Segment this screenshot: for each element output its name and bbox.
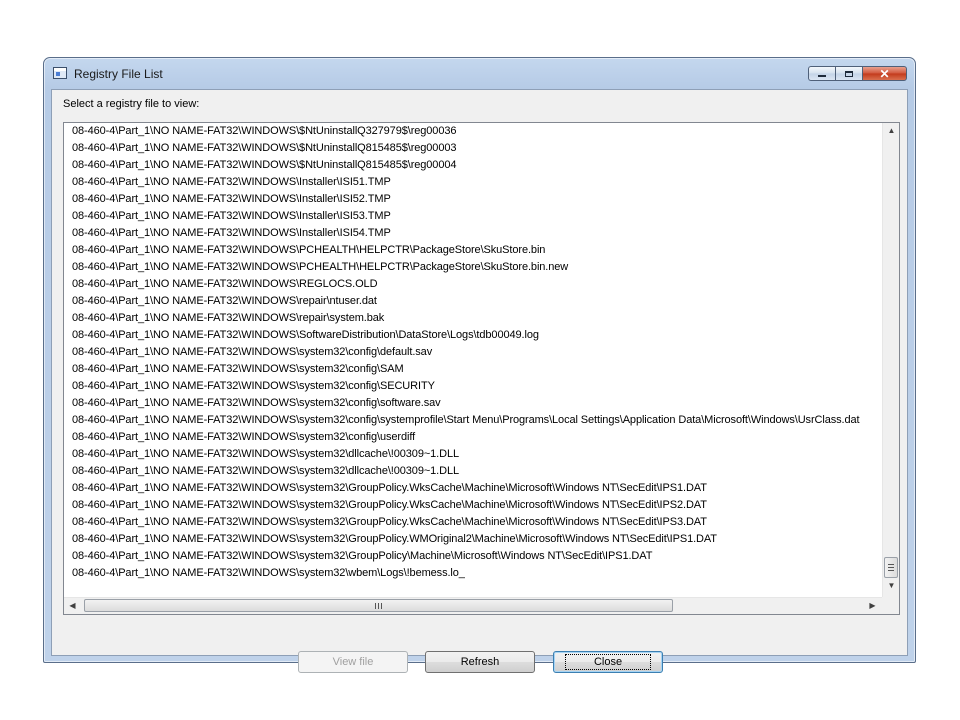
maximize-icon: [845, 70, 853, 77]
close-label: Close: [564, 654, 652, 670]
list-item[interactable]: 08-460-4\Part_1\NO NAME-FAT32\WINDOWS\sy…: [64, 412, 882, 429]
dialog-client-area: Select a registry file to view: 08-460-4…: [51, 89, 908, 673]
list-item[interactable]: 08-460-4\Part_1\NO NAME-FAT32\WINDOWS\sy…: [64, 395, 882, 412]
list-item[interactable]: 08-460-4\Part_1\NO NAME-FAT32\WINDOWS\$N…: [64, 157, 882, 174]
scrollbar-corner: [882, 597, 899, 614]
vertical-scroll-thumb[interactable]: [884, 557, 898, 578]
list-item[interactable]: 08-460-4\Part_1\NO NAME-FAT32\WINDOWS\re…: [64, 310, 882, 327]
list-item[interactable]: 08-460-4\Part_1\NO NAME-FAT32\WINDOWS\$N…: [64, 123, 882, 140]
list-item[interactable]: 08-460-4\Part_1\NO NAME-FAT32\WINDOWS\sy…: [64, 480, 882, 497]
scroll-right-arrow-icon[interactable]: ▶: [864, 601, 881, 610]
list-item[interactable]: 08-460-4\Part_1\NO NAME-FAT32\WINDOWS\sy…: [64, 378, 882, 395]
list-item[interactable]: 08-460-4\Part_1\NO NAME-FAT32\WINDOWS\sy…: [64, 429, 882, 446]
list-item[interactable]: 08-460-4\Part_1\NO NAME-FAT32\WINDOWS\RE…: [64, 276, 882, 293]
list-item[interactable]: 08-460-4\Part_1\NO NAME-FAT32\WINDOWS\PC…: [64, 259, 882, 276]
window-title: Registry File List: [74, 67, 163, 81]
minimize-button[interactable]: [808, 66, 835, 81]
list-item[interactable]: 08-460-4\Part_1\NO NAME-FAT32\WINDOWS\In…: [64, 191, 882, 208]
app-window-icon: [53, 67, 67, 79]
list-item[interactable]: 08-460-4\Part_1\NO NAME-FAT32\WINDOWS\sy…: [64, 446, 882, 463]
caption-buttons: ✕: [808, 66, 907, 83]
list-item[interactable]: 08-460-4\Part_1\NO NAME-FAT32\WINDOWS\sy…: [64, 548, 882, 565]
list-item[interactable]: 08-460-4\Part_1\NO NAME-FAT32\WINDOWS\sy…: [64, 514, 882, 531]
list-item[interactable]: 08-460-4\Part_1\NO NAME-FAT32\WINDOWS\In…: [64, 174, 882, 191]
minimize-icon: [818, 75, 826, 77]
horizontal-scrollbar[interactable]: ◀ ▶: [64, 597, 882, 614]
view-file-label: View file: [332, 656, 374, 668]
prompt-label: Select a registry file to view:: [63, 98, 200, 110]
list-item[interactable]: 08-460-4\Part_1\NO NAME-FAT32\WINDOWS\sy…: [64, 531, 882, 548]
list-item[interactable]: 08-460-4\Part_1\NO NAME-FAT32\WINDOWS\sy…: [64, 463, 882, 480]
scroll-up-arrow-icon[interactable]: ▲: [883, 126, 899, 135]
refresh-label: Refresh: [460, 656, 500, 668]
list-item[interactable]: 08-460-4\Part_1\NO NAME-FAT32\WINDOWS\In…: [64, 208, 882, 225]
list-item[interactable]: 08-460-4\Part_1\NO NAME-FAT32\WINDOWS\$N…: [64, 140, 882, 157]
title-bar[interactable]: Registry File List ✕: [44, 58, 915, 90]
close-window-button[interactable]: ✕: [862, 66, 907, 81]
maximize-button[interactable]: [835, 66, 862, 81]
list-item[interactable]: 08-460-4\Part_1\NO NAME-FAT32\WINDOWS\sy…: [64, 565, 882, 582]
close-icon: ✕: [879, 66, 890, 81]
view-file-button[interactable]: View file: [298, 651, 408, 673]
registry-file-listbox[interactable]: 08-460-4\Part_1\NO NAME-FAT32\WINDOWS\$N…: [63, 122, 900, 615]
list-item[interactable]: 08-460-4\Part_1\NO NAME-FAT32\WINDOWS\So…: [64, 327, 882, 344]
list-item[interactable]: 08-460-4\Part_1\NO NAME-FAT32\WINDOWS\sy…: [64, 497, 882, 514]
list-item[interactable]: 08-460-4\Part_1\NO NAME-FAT32\WINDOWS\sy…: [64, 344, 882, 361]
list-item[interactable]: 08-460-4\Part_1\NO NAME-FAT32\WINDOWS\In…: [64, 225, 882, 242]
horizontal-scroll-thumb[interactable]: [84, 599, 673, 612]
refresh-button[interactable]: Refresh: [425, 651, 535, 673]
list-item[interactable]: 08-460-4\Part_1\NO NAME-FAT32\WINDOWS\re…: [64, 293, 882, 310]
list-item[interactable]: 08-460-4\Part_1\NO NAME-FAT32\WINDOWS\sy…: [64, 361, 882, 378]
list-item[interactable]: 08-460-4\Part_1\NO NAME-FAT32\WINDOWS\PC…: [64, 242, 882, 259]
scroll-down-arrow-icon[interactable]: ▼: [883, 581, 899, 590]
scroll-left-arrow-icon[interactable]: ◀: [64, 601, 81, 610]
vertical-scrollbar[interactable]: ▲ ▼: [882, 123, 899, 597]
registry-file-list-window: Registry File List ✕ Select a registry f…: [43, 57, 916, 673]
list-rows: 08-460-4\Part_1\NO NAME-FAT32\WINDOWS\$N…: [64, 123, 882, 595]
close-button[interactable]: Close: [553, 651, 663, 673]
